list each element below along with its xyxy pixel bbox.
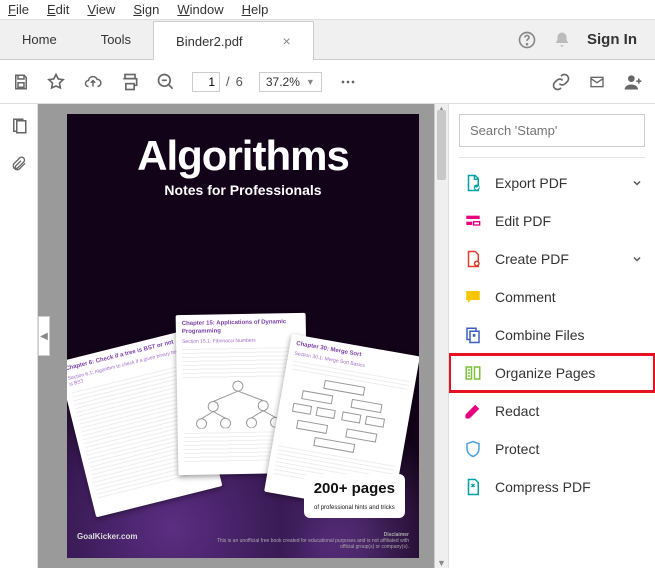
tab-bar: Home Tools Binder2.pdf × Sign In xyxy=(0,20,655,60)
tool-comment[interactable]: Comment xyxy=(449,278,655,316)
tab-document-label: Binder2.pdf xyxy=(176,34,243,49)
redact-icon xyxy=(463,401,483,421)
collapse-left-icon[interactable]: ◀ xyxy=(38,316,50,356)
tool-label: Compress PDF xyxy=(495,479,591,495)
page-total: 6 xyxy=(236,74,243,89)
tool-create-pdf[interactable]: Create PDF xyxy=(449,240,655,278)
tool-export-pdf[interactable]: Export PDF xyxy=(449,164,655,202)
menu-view[interactable]: View xyxy=(87,2,115,17)
menu-edit[interactable]: Edit xyxy=(47,2,69,17)
scrollbar[interactable]: ▲ ▼ xyxy=(434,104,448,568)
tool-label: Redact xyxy=(495,403,539,419)
search-input[interactable] xyxy=(460,115,644,146)
tool-combine[interactable]: Combine Files xyxy=(449,316,655,354)
tool-label: Protect xyxy=(495,441,539,457)
menu-help[interactable]: Help xyxy=(242,2,269,17)
tab-home[interactable]: Home xyxy=(0,20,79,59)
tool-organize[interactable]: Organize Pages xyxy=(449,354,655,392)
bell-icon[interactable] xyxy=(553,31,571,49)
edit-pdf-icon xyxy=(463,211,483,231)
thumbnails-icon[interactable] xyxy=(10,116,28,136)
tool-label: Export PDF xyxy=(495,175,567,191)
search-tools[interactable] xyxy=(459,114,645,147)
sign-in-button[interactable]: Sign In xyxy=(587,31,637,48)
compress-icon xyxy=(463,477,483,497)
cloud-upload-icon[interactable] xyxy=(82,73,104,91)
document-view[interactable]: ◀ Algorithms Notes for Professionals Cha… xyxy=(38,104,448,568)
zoom-out-icon[interactable] xyxy=(156,72,176,92)
tools-pane: Export PDF Edit PDF Create PDF Comment Combi… xyxy=(448,104,655,568)
create-pdf-icon xyxy=(463,249,483,269)
doc-footer-site: GoalKicker.com xyxy=(77,532,137,550)
page-indicator: / 6 xyxy=(192,72,243,92)
page-current-input[interactable] xyxy=(192,72,220,92)
tab-tools[interactable]: Tools xyxy=(79,20,153,59)
add-user-icon[interactable] xyxy=(623,72,643,92)
scroll-down-icon[interactable]: ▼ xyxy=(435,558,448,568)
chevron-down-icon: ▼ xyxy=(306,77,315,87)
toolbar: / 6 37.2% ▼ xyxy=(0,60,655,104)
doc-footer-disclaimer: DisclaimerThis is an unofficial free boo… xyxy=(209,532,409,550)
link-icon[interactable] xyxy=(551,72,571,92)
menu-window[interactable]: Window xyxy=(177,2,223,17)
comment-icon xyxy=(463,287,483,307)
tool-label: Edit PDF xyxy=(495,213,551,229)
doc-subtitle: Notes for Professionals xyxy=(67,182,419,198)
menu-bar: File Edit View Sign Window Help xyxy=(0,0,655,20)
attachment-icon[interactable] xyxy=(11,154,27,174)
tool-redact[interactable]: Redact xyxy=(449,392,655,430)
zoom-value: 37.2% xyxy=(266,75,300,89)
chevron-down-icon xyxy=(631,177,643,189)
print-icon[interactable] xyxy=(120,72,140,92)
tool-edit-pdf[interactable]: Edit PDF xyxy=(449,202,655,240)
zoom-dropdown[interactable]: 37.2% ▼ xyxy=(259,72,322,92)
export-pdf-icon xyxy=(463,173,483,193)
tool-label: Create PDF xyxy=(495,251,569,267)
doc-badge: 200+ pages of professional hints and tri… xyxy=(304,474,405,518)
tool-protect[interactable]: Protect xyxy=(449,430,655,468)
pdf-page: Algorithms Notes for Professionals Chapt… xyxy=(67,114,419,558)
combine-icon xyxy=(463,325,483,345)
help-icon[interactable] xyxy=(517,30,537,50)
tool-compress[interactable]: Compress PDF xyxy=(449,468,655,506)
tool-label: Organize Pages xyxy=(495,365,595,381)
page-sep: / xyxy=(226,74,230,89)
close-icon[interactable]: × xyxy=(283,33,291,49)
menu-file[interactable]: File xyxy=(8,2,29,17)
tool-label: Comment xyxy=(495,289,556,305)
save-icon[interactable] xyxy=(12,73,30,91)
doc-title: Algorithms xyxy=(67,132,419,180)
tab-document[interactable]: Binder2.pdf × xyxy=(153,21,314,60)
star-icon[interactable] xyxy=(46,72,66,92)
protect-icon xyxy=(463,439,483,459)
menu-sign[interactable]: Sign xyxy=(133,2,159,17)
tool-label: Combine Files xyxy=(495,327,584,343)
email-icon[interactable] xyxy=(587,74,607,90)
chevron-down-icon xyxy=(631,253,643,265)
scroll-thumb[interactable] xyxy=(437,110,446,180)
organize-icon xyxy=(463,363,483,383)
navigation-pane xyxy=(0,104,38,568)
more-icon[interactable] xyxy=(338,72,358,92)
